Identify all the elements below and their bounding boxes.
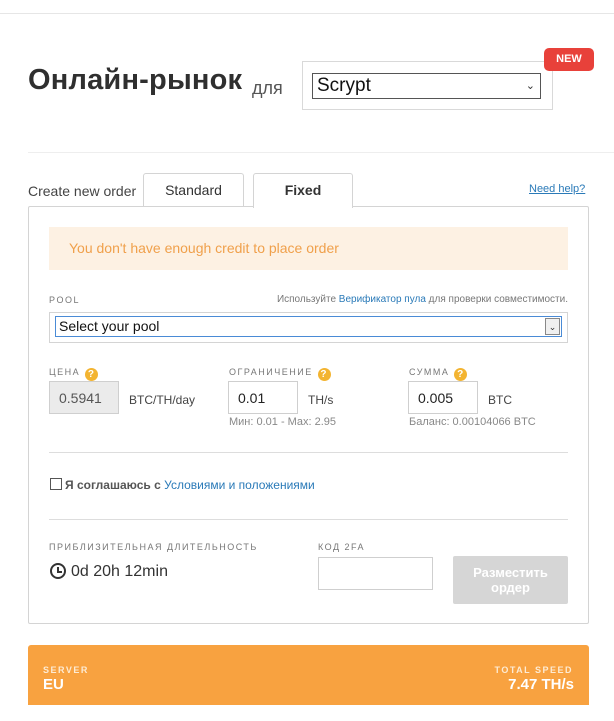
clock-icon <box>50 563 66 579</box>
chevron-down-icon: ⌄ <box>545 318 560 335</box>
chevron-down-icon: ⌄ <box>525 80 535 92</box>
terms-text: Я соглашаюсь с <box>65 478 165 492</box>
form-divider <box>49 452 568 453</box>
help-icon[interactable]: ? <box>85 368 99 381</box>
pool-verifier-link[interactable]: Верификатор пула <box>339 294 426 305</box>
server-value: EU <box>43 676 64 693</box>
terms-checkbox[interactable] <box>50 478 62 490</box>
credit-alert: You don't have enough credit to place or… <box>49 227 568 270</box>
algorithm-select[interactable]: Scrypt ⌄ <box>312 73 541 99</box>
price-input: 0.5941 <box>49 381 119 414</box>
total-speed-label: TOTAL SPEED <box>494 665 573 675</box>
price-label-text: ЦЕНА <box>49 367 81 377</box>
limit-label-text: ОГРАНИЧЕНИЕ <box>229 367 313 377</box>
help-icon[interactable]: ? <box>317 368 331 381</box>
create-order-label: Create new order <box>28 183 137 199</box>
terms-label: Я соглашаюсь с Условиями и положениями <box>65 478 315 492</box>
tfa-label: КОД 2FA <box>318 542 366 552</box>
amount-input[interactable]: 0.005 <box>408 381 478 414</box>
duration-value: 0d 20h 12min <box>71 563 168 580</box>
limit-unit: TH/s <box>308 393 334 407</box>
new-badge: NEW <box>544 48 594 71</box>
server-label: SERVER <box>43 665 89 675</box>
amount-unit: BTC <box>488 393 512 407</box>
amount-label: СУММА? <box>409 367 468 381</box>
algorithm-select-value: Scrypt <box>317 75 371 96</box>
section-divider <box>28 152 614 153</box>
balance-note: Баланс: 0.00104066 BTC <box>409 416 536 428</box>
need-help-link[interactable]: Need help? <box>529 183 585 195</box>
pool-select-value: Select your pool <box>59 318 160 334</box>
help-icon[interactable]: ? <box>454 368 468 381</box>
pool-label: POOL <box>49 295 81 305</box>
total-speed-value: 7.47 TH/s <box>508 676 574 693</box>
tab-fixed[interactable]: Fixed <box>253 173 353 208</box>
limit-range-note: Мин: 0.01 - Max: 2.95 <box>229 416 336 428</box>
title-for-label: для <box>252 78 283 98</box>
limit-label: ОГРАНИЧЕНИЕ? <box>229 367 331 381</box>
price-label: ЦЕНА? <box>49 367 99 381</box>
limit-input[interactable]: 0.01 <box>228 381 298 414</box>
top-divider <box>0 13 614 14</box>
pool-hint-text: Используйте <box>276 294 339 305</box>
duration-label: ПРИБЛИЗИТЕЛЬНАЯ ДЛИТЕЛЬНОСТЬ <box>49 542 258 552</box>
pool-select[interactable]: Select your pool ⌄ <box>55 316 562 337</box>
amount-label-text: СУММА <box>409 367 450 377</box>
place-order-button[interactable]: Разместить ордер <box>453 556 568 604</box>
terms-link[interactable]: Условиями и положениями <box>164 478 315 492</box>
pool-hint-text-end: для проверки совместимости. <box>425 294 568 305</box>
server-header: SERVER EU TOTAL SPEED 7.47 TH/s <box>28 645 589 705</box>
form-divider <box>49 519 568 520</box>
tab-standard[interactable]: Standard <box>143 173 244 207</box>
tfa-input[interactable] <box>318 557 433 590</box>
price-unit: BTC/TH/day <box>129 393 196 407</box>
page-title: Онлайн-рынок <box>28 64 243 96</box>
pool-hint: Используйте Верификатор пула для проверк… <box>277 294 568 305</box>
